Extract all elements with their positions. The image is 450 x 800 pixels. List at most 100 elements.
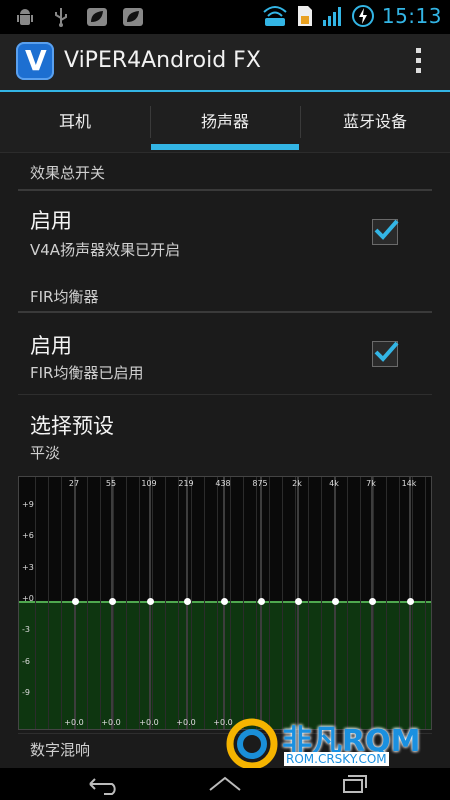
navigation-bar — [0, 768, 450, 800]
overflow-menu-icon[interactable] — [416, 48, 422, 76]
eq-frequency-label: 27 — [68, 479, 80, 488]
status-bar: 15:13 — [0, 0, 450, 34]
eq-frequency-label: 4k — [329, 479, 339, 488]
section-divider — [18, 311, 432, 313]
eq-grid-line — [308, 477, 309, 729]
eq-db-label: -9 — [22, 688, 30, 697]
eq-db-label: +9 — [22, 500, 34, 509]
eq-grid-line — [399, 477, 400, 729]
item-divider — [18, 394, 432, 395]
eq-db-label: +3 — [22, 563, 34, 572]
wifi-icon — [263, 6, 287, 26]
usb-icon — [55, 8, 67, 27]
leaf-notification-icon — [87, 8, 107, 26]
eq-band-handle[interactable] — [258, 598, 265, 605]
eq-gain-label: +0.0 — [64, 718, 84, 727]
sim-alert-icon — [297, 6, 312, 26]
eq-frequency-label: 219 — [178, 479, 194, 488]
eq-band-handle[interactable] — [332, 598, 339, 605]
signal-icon — [322, 7, 341, 26]
fir-enable-checkbox[interactable] — [372, 341, 399, 367]
eq-grid-line — [360, 477, 361, 729]
eq-frequency-label: 2k — [292, 479, 302, 488]
eq-band-handle[interactable] — [184, 598, 191, 605]
app-logo-icon[interactable]: V — [16, 42, 54, 80]
tab-speaker[interactable]: 扬声器 — [150, 92, 300, 152]
leaf-notification-icon-2 — [123, 8, 143, 26]
master-enable-title: 启用 — [30, 209, 72, 233]
eq-frequency-label: 7k — [366, 479, 376, 488]
active-tab-indicator — [151, 144, 299, 150]
fir-enable-summary: FIR均衡器已启用 — [30, 364, 144, 382]
section-header-reverb: 数字混响 — [30, 741, 91, 759]
watermark-logo: 非凡RQM ROM.CRSKY.COM — [222, 714, 432, 770]
check-icon — [374, 219, 399, 240]
status-clock: 15:13 — [381, 4, 442, 28]
eq-frequency-label: 109 — [141, 479, 157, 488]
eq-grid-line — [425, 477, 426, 729]
eq-grid-line — [347, 477, 348, 729]
eq-curve-fill — [19, 602, 431, 729]
action-bar: V ViPER4Android FX — [0, 34, 450, 92]
eq-band-handle[interactable] — [369, 598, 376, 605]
eq-grid-line — [35, 477, 36, 729]
eq-grid-line — [139, 477, 140, 729]
watermark-site: ROM.CRSKY.COM — [284, 752, 389, 766]
eq-gain-label: +0.0 — [139, 718, 159, 727]
eq-band-handle[interactable] — [72, 598, 79, 605]
eq-frequency-label: 55 — [105, 479, 117, 488]
eq-frequency-label: 875 — [252, 479, 268, 488]
watermark-swirl-icon — [226, 718, 278, 770]
preset-title: 选择预设 — [30, 414, 114, 438]
eq-gain-label: +0.0 — [176, 718, 196, 727]
section-divider — [18, 189, 432, 191]
eq-band-handle[interactable] — [221, 598, 228, 605]
tab-bluetooth[interactable]: 蓝牙设备 — [300, 92, 450, 152]
eq-frequency-label: 438 — [215, 479, 231, 488]
eq-grid-line — [256, 477, 257, 729]
eq-grid-line — [321, 477, 322, 729]
preset-value: 平淡 — [30, 444, 61, 462]
eq-grid-line — [191, 477, 192, 729]
check-icon — [374, 341, 399, 362]
eq-gain-label: +0.0 — [101, 718, 121, 727]
master-enable-summary: V4A扬声器效果已开启 — [30, 241, 181, 259]
fir-equalizer-graph[interactable]: 27 55 109 219 438 875 2k 4k 7k 14k +9 +6 +3 +0 -3 -6 -9 +… — [18, 476, 432, 730]
eq-grid-line — [282, 477, 283, 729]
eq-db-label: -6 — [22, 657, 30, 666]
back-icon[interactable] — [76, 772, 126, 796]
eq-grid-line — [165, 477, 166, 729]
eq-grid-line — [243, 477, 244, 729]
fir-enable-title: 启用 — [30, 334, 72, 358]
master-enable-checkbox[interactable] — [372, 219, 399, 245]
eq-db-label: +6 — [22, 531, 34, 540]
section-header-master: 效果总开关 — [30, 164, 106, 182]
eq-band-handle[interactable] — [147, 598, 154, 605]
eq-grid-line — [87, 477, 88, 729]
eq-grid-line — [100, 477, 101, 729]
eq-grid-line — [126, 477, 127, 729]
eq-db-label: -3 — [22, 625, 30, 634]
app-title: ViPER4Android FX — [64, 48, 261, 73]
app-logo-letter: V — [25, 44, 47, 77]
eq-band-handle[interactable] — [109, 598, 116, 605]
home-icon[interactable] — [200, 772, 250, 796]
eq-db-label: +0 — [22, 594, 34, 603]
section-header-fir: FIR均衡器 — [30, 288, 99, 306]
eq-band-handle[interactable] — [407, 598, 414, 605]
battery-charging-icon — [351, 5, 374, 27]
tab-headphones[interactable]: 耳机 — [0, 92, 150, 152]
recent-apps-icon[interactable] — [328, 772, 378, 796]
eq-band-handle[interactable] — [295, 598, 302, 605]
tab-bar: 耳机 扬声器 蓝牙设备 — [0, 92, 450, 153]
eq-frequency-label: 14k — [401, 479, 417, 488]
eq-grid-line — [269, 477, 270, 729]
eq-grid-line — [61, 477, 62, 729]
eq-grid-line — [230, 477, 231, 729]
eq-grid-line — [178, 477, 179, 729]
eq-grid-line — [217, 477, 218, 729]
android-debug-icon — [17, 9, 33, 25]
eq-grid-line — [386, 477, 387, 729]
eq-grid-line — [48, 477, 49, 729]
eq-grid-line — [204, 477, 205, 729]
